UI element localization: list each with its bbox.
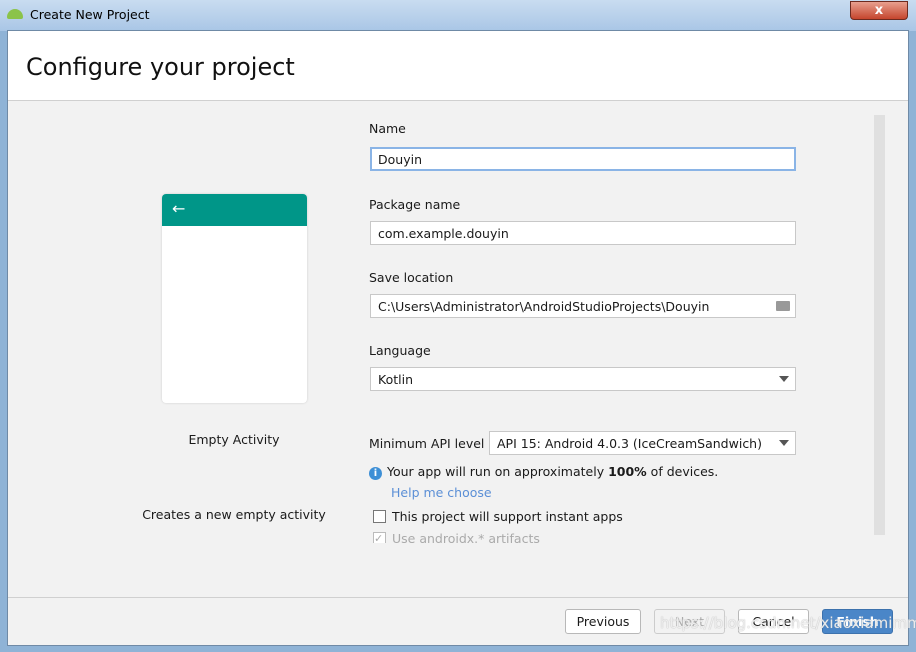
divider — [8, 597, 908, 598]
scrollbar[interactable] — [874, 115, 885, 535]
chevron-down-icon — [779, 440, 789, 446]
watermark: https://blog.csdn.net/xiaoxiamimm — [660, 614, 916, 632]
template-description: Creates a new empty activity — [142, 507, 326, 522]
info-icon: i — [369, 467, 382, 480]
name-label: Name — [369, 121, 406, 136]
close-button[interactable]: x — [850, 1, 908, 20]
help-link[interactable]: Help me choose — [391, 485, 492, 500]
package-label: Package name — [369, 197, 461, 212]
api-label: Minimum API level — [369, 436, 485, 451]
chevron-down-icon — [779, 376, 789, 382]
save-location-label: Save location — [369, 270, 454, 285]
info-text: i Your app will run on approximately 100%… — [369, 464, 718, 480]
language-label: Language — [369, 343, 431, 358]
instant-apps-label: This project will support instant apps — [392, 509, 623, 524]
save-location-input[interactable]: C:\Users\Administrator\AndroidStudioProj… — [370, 294, 796, 318]
template-name: Empty Activity — [188, 432, 280, 447]
instant-apps-checkbox[interactable] — [373, 510, 386, 523]
android-icon — [7, 9, 23, 19]
language-value: Kotlin — [378, 372, 413, 387]
api-select[interactable]: API 15: Android 4.0.3 (IceCreamSandwich) — [489, 431, 796, 455]
page-title: Configure your project — [26, 53, 295, 81]
name-input[interactable]: Douyin — [370, 147, 796, 171]
androidx-checkbox[interactable]: ✓ — [373, 532, 386, 543]
language-select[interactable]: Kotlin — [370, 367, 796, 391]
api-value: API 15: Android 4.0.3 (IceCreamSandwich) — [497, 436, 762, 451]
save-location-value: C:\Users\Administrator\AndroidStudioProj… — [378, 299, 710, 314]
folder-icon[interactable] — [776, 301, 790, 311]
title-bar: Create New Project x — [0, 0, 916, 31]
window-title: Create New Project — [30, 7, 150, 22]
androidx-label: Use androidx.* artifacts — [392, 531, 540, 543]
dialog: Configure your project ← Empty Activity … — [7, 30, 909, 646]
back-arrow-icon: ← — [172, 199, 186, 218]
package-input[interactable]: com.example.douyin — [370, 221, 796, 245]
header: Configure your project — [8, 31, 908, 101]
template-preview[interactable]: ← — [162, 194, 307, 403]
previous-button[interactable]: Previous — [565, 609, 641, 634]
